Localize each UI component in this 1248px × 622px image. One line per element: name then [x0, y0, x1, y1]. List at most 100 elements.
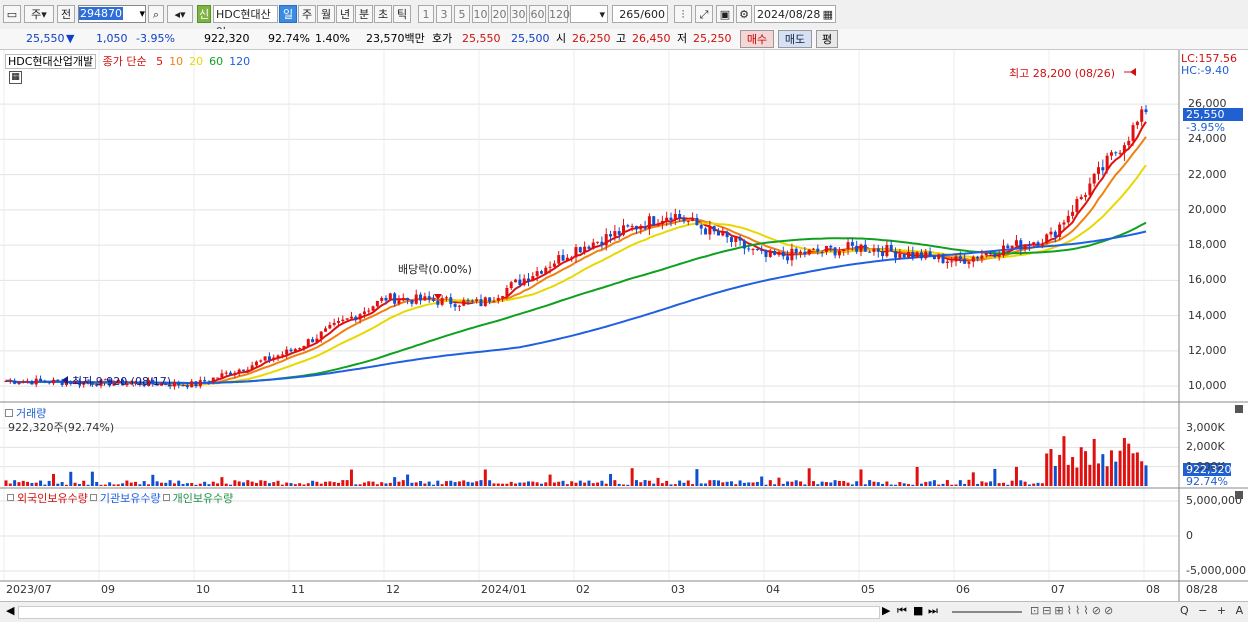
volume-bar	[837, 481, 841, 486]
volume-bar	[64, 484, 68, 486]
buy-button[interactable]: 매수	[740, 30, 774, 48]
candle-body	[902, 254, 906, 258]
line-tool-icon[interactable]: ⤢	[695, 5, 713, 23]
panel-close-icon[interactable]	[1235, 405, 1243, 413]
volume-bar	[13, 480, 17, 486]
candle-body	[812, 248, 815, 250]
volume-bar	[211, 481, 215, 486]
prev-button[interactable]: 전	[57, 5, 75, 23]
holding-legend-1[interactable]: 기관보유수량	[100, 492, 161, 505]
candle-body	[207, 381, 211, 383]
volume-bar	[820, 481, 824, 486]
volume-bar	[1027, 484, 1031, 486]
period-tab-1[interactable]: 주	[298, 5, 316, 23]
candle-body	[328, 324, 332, 329]
ma-legend-10[interactable]: 10	[169, 55, 183, 68]
save-icon[interactable]: ▣	[716, 5, 734, 23]
first-page-icon[interactable]: ⏮	[897, 604, 907, 618]
gear-icon[interactable]: ⚙	[736, 5, 752, 23]
ma-legend-60[interactable]: 60	[209, 55, 223, 68]
volume-bar	[1101, 454, 1105, 486]
volume-bar	[224, 483, 228, 486]
period-tab-3[interactable]: 년	[336, 5, 354, 23]
volume-bar	[1002, 482, 1005, 486]
chart-canvas[interactable]	[0, 50, 1248, 601]
candle-body	[915, 252, 919, 258]
ma-legend-120[interactable]: 120	[229, 55, 250, 68]
window-icon[interactable]: ▭	[3, 5, 21, 23]
candle-body	[1062, 222, 1066, 225]
period-tab-6[interactable]: 틱	[393, 5, 411, 23]
scroll-left-icon[interactable]: ◀	[6, 604, 14, 617]
volume-bar	[30, 483, 34, 486]
candle-body	[1066, 215, 1070, 223]
zoom-tools[interactable]: Q − + A	[1180, 604, 1246, 617]
interval-button-60[interactable]: 60	[529, 5, 546, 23]
trade-amount: 23,570백만	[366, 32, 425, 45]
table-icon[interactable]: ▦	[9, 71, 22, 84]
interval-button-20[interactable]: 20	[491, 5, 508, 23]
x-tick-label: 2024/01	[481, 583, 527, 596]
volume-bar	[203, 481, 207, 486]
candle-body	[837, 250, 841, 256]
candle-body	[453, 304, 457, 307]
x-tick-label: 08	[1146, 583, 1160, 596]
candle-body	[552, 263, 556, 267]
interval-custom-select[interactable]: ▾	[570, 5, 608, 23]
volume-bar	[380, 482, 384, 486]
period-tab-5[interactable]: 초	[374, 5, 392, 23]
speaker-icon[interactable]: ◂▾	[167, 5, 193, 23]
period-tab-4[interactable]: 분	[355, 5, 373, 23]
holding-legend-2[interactable]: 개인보유수량	[173, 492, 234, 505]
interval-button-3[interactable]: 3	[436, 5, 452, 23]
interval-button-120[interactable]: 120	[548, 5, 570, 23]
price-change: 1,050	[96, 32, 128, 45]
period-tab-0[interactable]: 일	[279, 5, 297, 23]
candle-body	[319, 331, 323, 339]
panel-close-icon[interactable]	[1235, 491, 1243, 499]
stock-code-input[interactable]: 294870 ▾	[78, 5, 146, 23]
ma-legend-5[interactable]: 5	[156, 55, 163, 68]
zoom-slider[interactable]	[952, 611, 1022, 613]
date-input[interactable]: 2024/08/28 ▦	[754, 5, 836, 23]
y-tick-label: 18,000	[1188, 238, 1227, 252]
last-page-icon[interactable]: ⏭	[928, 604, 938, 618]
search-icon[interactable]: ⌕	[148, 5, 164, 23]
candle-body	[1097, 167, 1100, 174]
chart-area[interactable]: HDC현대산업개발 종가 단순 5 10 20 60 120 ▦ LC:157.56 H…	[0, 50, 1248, 601]
count-input[interactable]: 265/600	[612, 5, 668, 23]
candle-body	[643, 226, 647, 229]
candle-type-icon[interactable]: ⫶	[674, 5, 692, 23]
interval-button-5[interactable]: 5	[454, 5, 470, 23]
volume-bar	[293, 484, 297, 486]
calendar-icon[interactable]: ▦	[823, 6, 833, 24]
volume-bar	[660, 483, 664, 486]
interval-button-10[interactable]: 10	[472, 5, 489, 23]
volume-bar	[989, 481, 993, 486]
volume-bar	[945, 480, 949, 486]
market-select[interactable]: 주▾	[24, 5, 54, 23]
holding-legend-0[interactable]: 외국인보유수량	[17, 492, 88, 505]
drawing-tools-icon[interactable]: ⊡⊟⊞⌇⌇⌇⊘⊘	[1030, 604, 1116, 617]
ma-legend-20[interactable]: 20	[189, 55, 203, 68]
volume-bar	[129, 482, 133, 486]
volume-bar	[259, 480, 263, 486]
candle-body	[652, 216, 656, 226]
candle-body	[1092, 173, 1096, 184]
eval-button[interactable]: 평	[816, 30, 838, 48]
volume-bar	[466, 481, 470, 486]
volume-bar	[604, 483, 608, 486]
candle-body	[993, 254, 997, 257]
dividend-note: 배당락(0.00%)	[398, 263, 472, 276]
scrollbar-track[interactable]	[18, 606, 880, 619]
period-tab-2[interactable]: 월	[317, 5, 335, 23]
scroll-right-icon[interactable]: ▶	[882, 604, 890, 617]
y-tick-label: 12,000	[1188, 343, 1227, 357]
interval-button-30[interactable]: 30	[510, 5, 527, 23]
candle-body	[596, 241, 600, 243]
stop-icon[interactable]: ■	[913, 604, 923, 617]
sell-button[interactable]: 매도	[778, 30, 812, 48]
volume-bar	[1058, 454, 1062, 486]
interval-button-1[interactable]: 1	[418, 5, 434, 23]
volume-bar	[1088, 464, 1092, 486]
